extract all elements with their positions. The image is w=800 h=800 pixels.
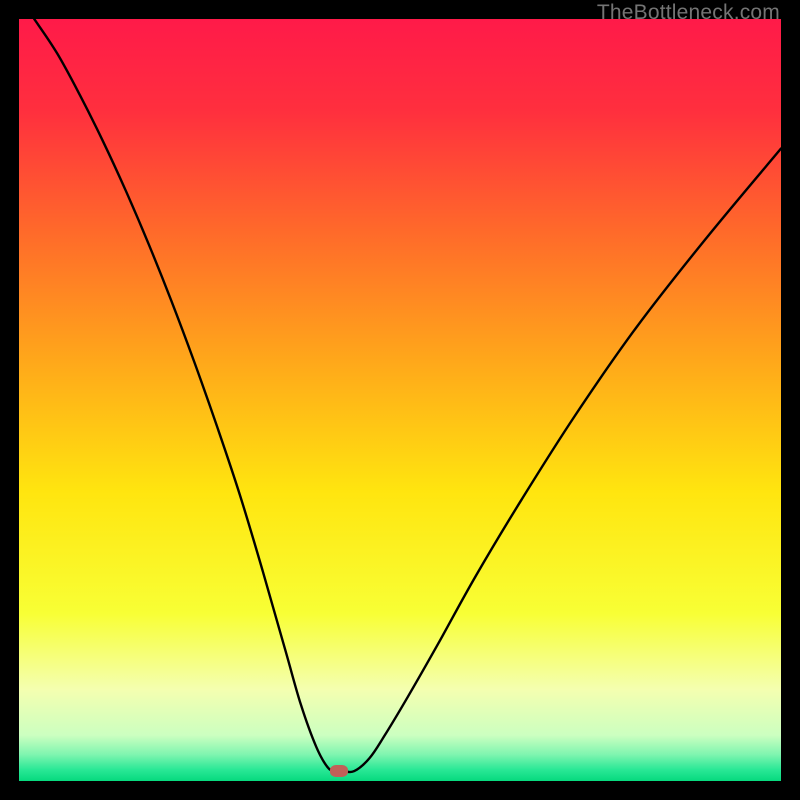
bottleneck-curve [19, 19, 781, 781]
watermark-text: TheBottleneck.com [597, 1, 780, 25]
plot-area [19, 19, 781, 781]
optimal-marker [330, 765, 348, 777]
chart-frame: TheBottleneck.com [0, 0, 800, 800]
